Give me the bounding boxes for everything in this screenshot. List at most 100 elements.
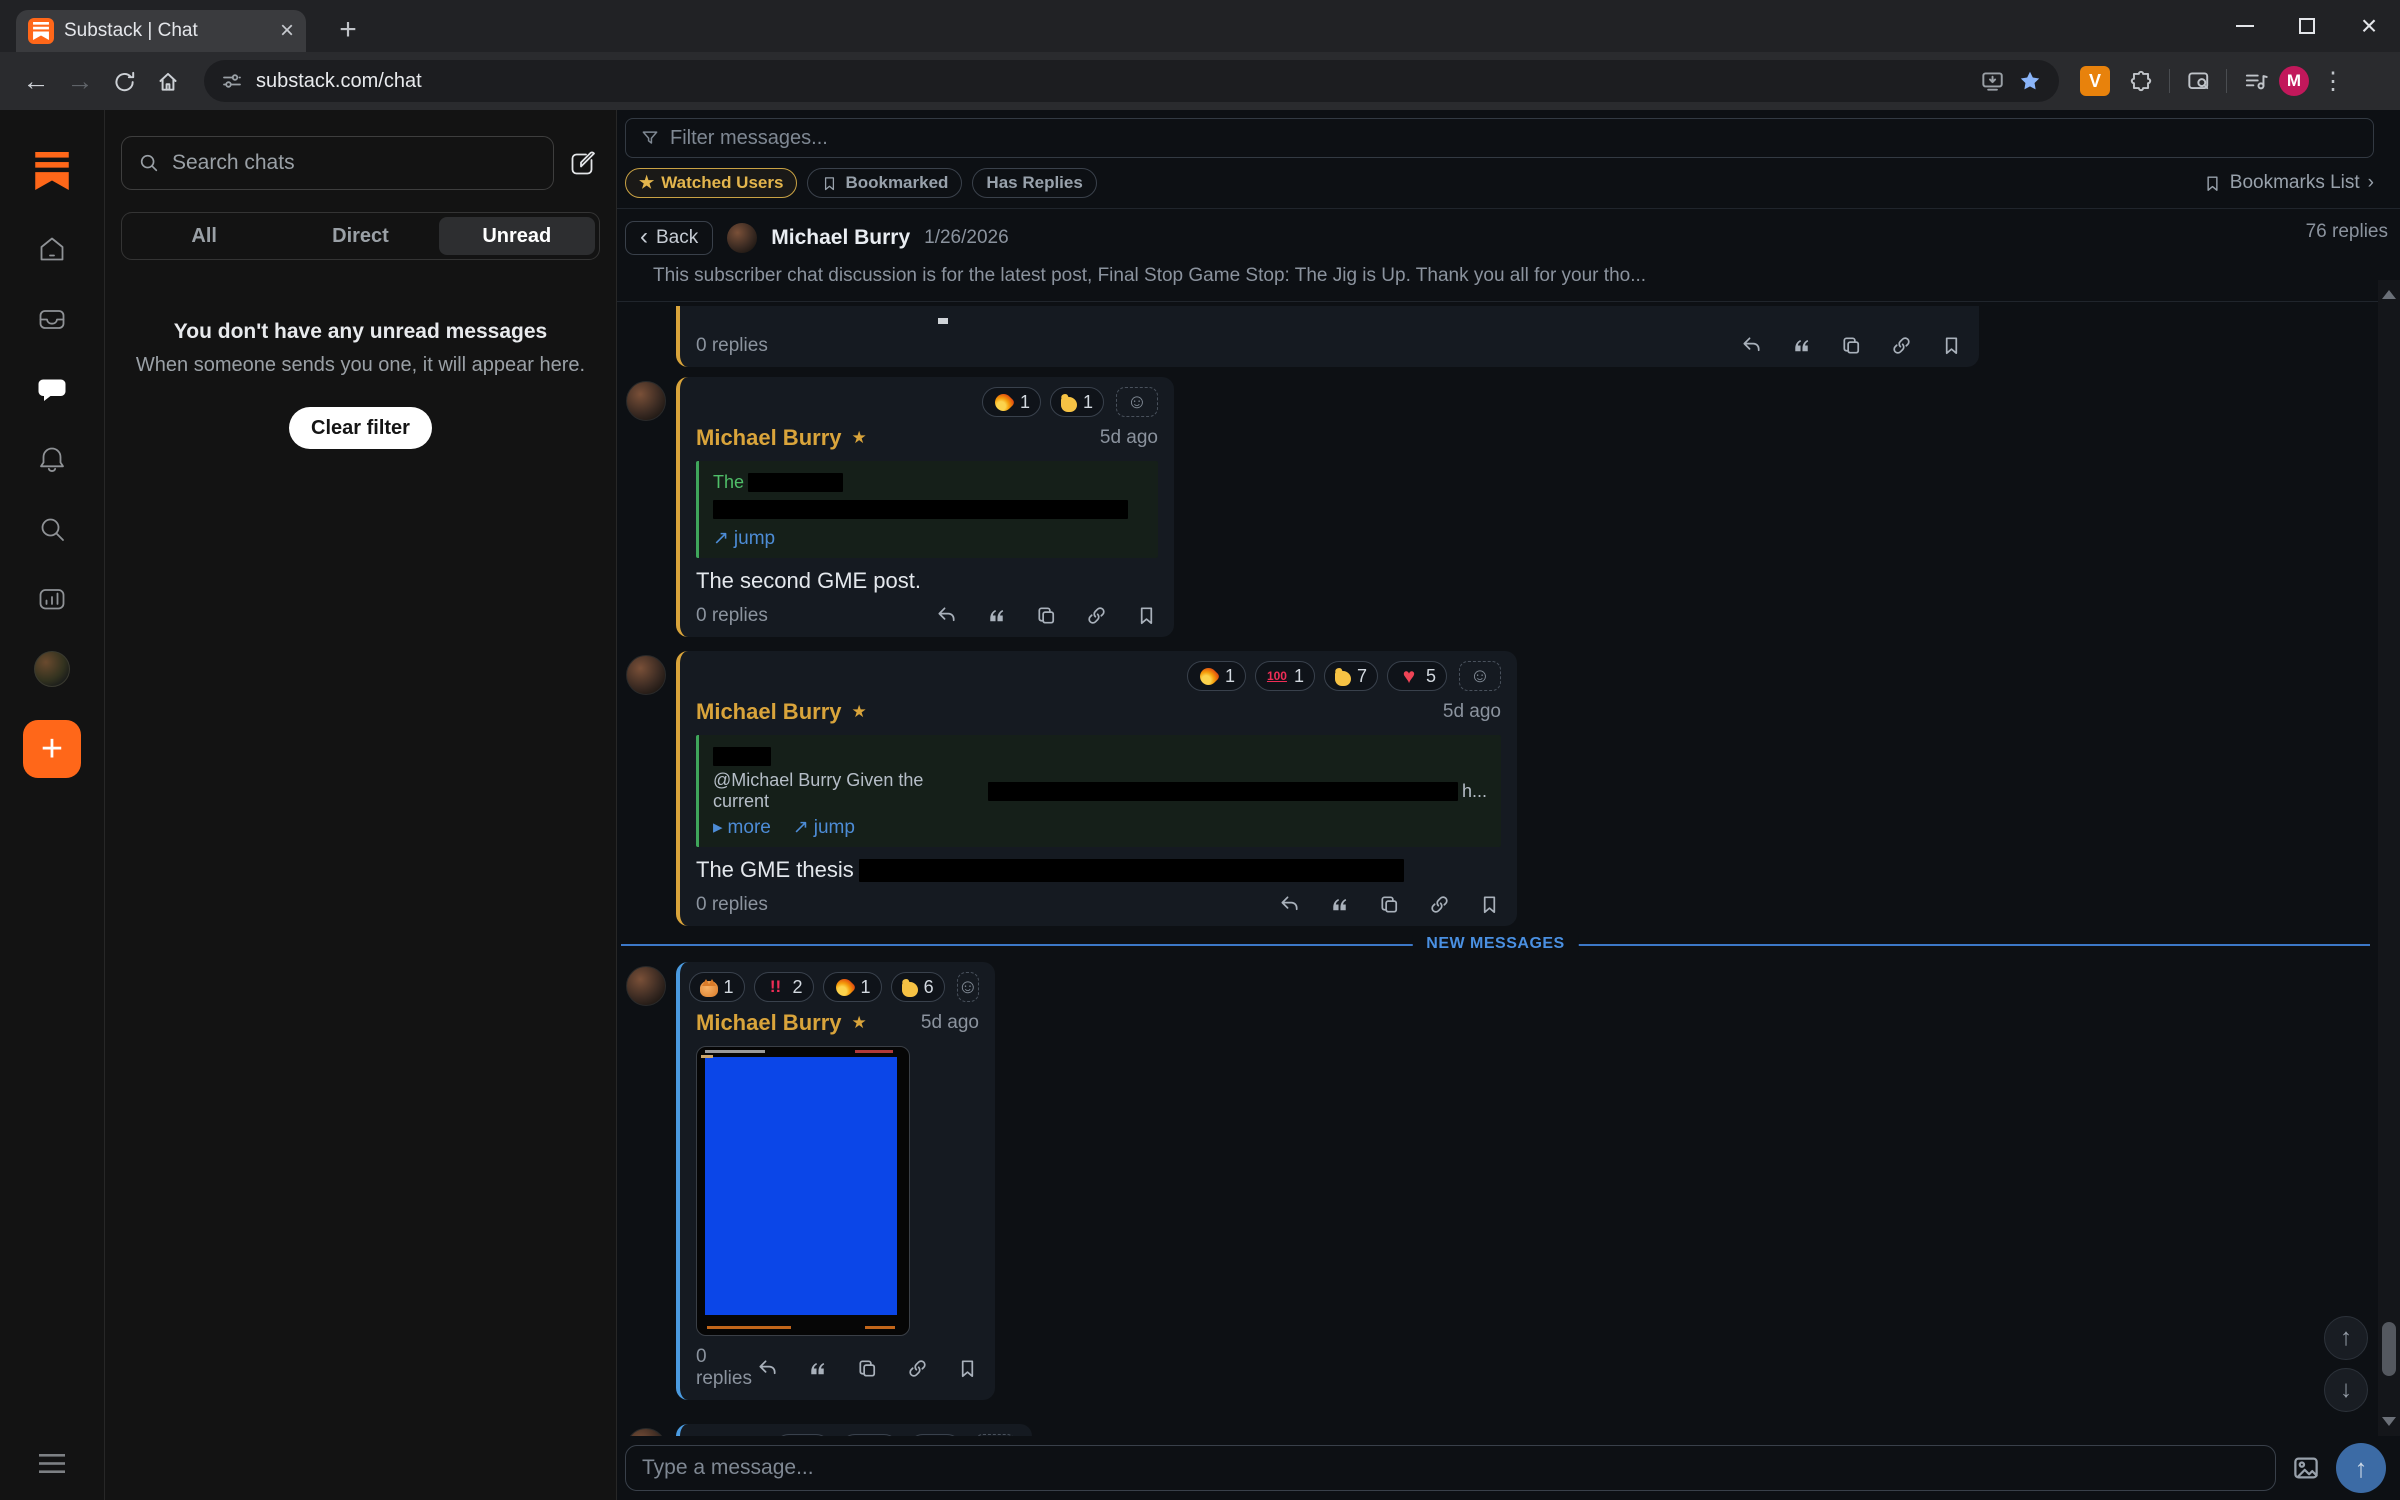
reaction-pill[interactable]: 1	[982, 387, 1041, 417]
jump-link[interactable]: ↗jump	[713, 527, 775, 550]
new-post-button[interactable]: +	[23, 720, 81, 778]
reaction-pill[interactable]: 1	[823, 972, 882, 1002]
window-minimize-button[interactable]	[2214, 0, 2276, 52]
profile-avatar[interactable]	[0, 634, 104, 704]
copy-link-icon[interactable]	[1890, 334, 1913, 357]
search-chats-input[interactable]	[172, 151, 537, 175]
clear-filter-button[interactable]: Clear filter	[289, 407, 432, 449]
reaction-pill[interactable]: 1001	[1255, 661, 1315, 691]
replies-count[interactable]: 0 replies	[696, 605, 768, 627]
reply-icon[interactable]	[1278, 893, 1301, 916]
filter-messages-input[interactable]	[670, 127, 2359, 150]
copy-link-icon[interactable]	[906, 1357, 929, 1380]
reaction-pill[interactable]: 1	[689, 972, 745, 1002]
stats-nav-icon[interactable]	[0, 564, 104, 634]
browser-tab[interactable]: Substack | Chat ×	[16, 10, 306, 52]
bookmarks-list-link[interactable]: Bookmarks List ›	[2203, 172, 2374, 194]
quoted-message[interactable]: The ↗jump	[696, 461, 1158, 558]
chip-watched-users[interactable]: ★ Watched Users	[625, 168, 797, 198]
reaction-pill[interactable]: ♥5	[1387, 661, 1447, 691]
scroll-to-bottom-button[interactable]: ↓	[2324, 1368, 2368, 1412]
thread-author-avatar[interactable]	[727, 223, 757, 253]
message-author-avatar[interactable]	[626, 966, 666, 1006]
copy-icon[interactable]	[1840, 334, 1863, 357]
window-close-button[interactable]: ×	[2338, 0, 2400, 52]
scrollbar-thumb[interactable]	[2382, 1322, 2396, 1376]
search-tabs-icon[interactable]	[2180, 63, 2216, 99]
copy-link-icon[interactable]	[1085, 604, 1108, 627]
compose-icon[interactable]	[568, 147, 600, 179]
copy-icon[interactable]	[1035, 604, 1058, 627]
reaction-pill[interactable]: 7	[1324, 661, 1378, 691]
reaction-pill[interactable]: 1	[1187, 661, 1246, 691]
messages-scroll-area[interactable]: 0 replies11☺Michael Burry★5d agoThe ↗jum…	[617, 302, 2400, 1436]
scrollbar-down-arrow-icon[interactable]	[2382, 1417, 2396, 1426]
scrollbar-up-arrow-icon[interactable]	[2382, 290, 2396, 299]
reaction-pill[interactable]: 1	[1050, 387, 1104, 417]
reaction-pill[interactable]: 1	[840, 1434, 899, 1436]
bookmark-icon[interactable]	[1478, 893, 1501, 916]
image-attachment[interactable]	[696, 1046, 910, 1336]
address-bar[interactable]: substack.com/chat	[204, 60, 2059, 102]
inbox-nav-icon[interactable]	[0, 284, 104, 354]
message-author-name[interactable]: Michael Burry	[696, 425, 842, 451]
chip-has-replies[interactable]: Has Replies	[972, 168, 1096, 198]
copy-link-icon[interactable]	[1428, 893, 1451, 916]
install-app-icon[interactable]	[1979, 68, 2005, 94]
chip-bookmarked[interactable]: Bookmarked	[807, 168, 962, 198]
bookmark-icon[interactable]	[1940, 334, 1963, 357]
window-maximize-button[interactable]	[2276, 0, 2338, 52]
quote-icon[interactable]	[1790, 334, 1813, 357]
quote-icon[interactable]	[1328, 893, 1351, 916]
reaction-pill[interactable]: !!2	[754, 972, 814, 1002]
reply-icon[interactable]	[935, 604, 958, 627]
bookmark-star-icon[interactable]	[2017, 68, 2043, 94]
new-tab-button[interactable]: +	[330, 12, 366, 48]
menu-hamburger-icon[interactable]	[0, 1454, 104, 1474]
attach-image-icon[interactable]	[2291, 1453, 2321, 1483]
replies-count[interactable]: 0 replies	[696, 1346, 756, 1390]
add-reaction-button[interactable]: ☺	[1459, 661, 1501, 691]
tab-close-icon[interactable]: ×	[280, 19, 294, 43]
message-input-box[interactable]	[625, 1445, 2276, 1491]
add-reaction-button[interactable]: ☺	[974, 1434, 1016, 1436]
quoted-message[interactable]: @Michael Burry Given the current h...▸mo…	[696, 735, 1501, 847]
copy-icon[interactable]	[856, 1357, 879, 1380]
chat-nav-icon[interactable]	[0, 354, 104, 424]
filter-messages-box[interactable]	[625, 118, 2374, 158]
bookmark-icon[interactable]	[1135, 604, 1158, 627]
reaction-pill[interactable]: 2	[908, 1434, 962, 1436]
chat-scrollbar[interactable]	[2378, 280, 2400, 1436]
notifications-bell-icon[interactable]	[0, 424, 104, 494]
browser-menu-icon[interactable]: ⋮	[2315, 63, 2351, 99]
reaction-pill[interactable]: 6	[891, 972, 945, 1002]
jump-link[interactable]: ↗jump	[793, 816, 855, 839]
extension-v-icon[interactable]: V	[2080, 66, 2110, 96]
reply-icon[interactable]	[756, 1357, 779, 1380]
message-input[interactable]	[642, 1456, 2259, 1480]
tab-all[interactable]: All	[126, 217, 282, 255]
message-author-name[interactable]: Michael Burry	[696, 699, 842, 725]
substack-logo-icon[interactable]	[35, 128, 69, 214]
back-icon[interactable]: ←	[14, 59, 58, 103]
forward-icon[interactable]: →	[58, 59, 102, 103]
reload-icon[interactable]	[102, 59, 146, 103]
add-reaction-button[interactable]: ☺	[957, 972, 979, 1002]
replies-count[interactable]: 0 replies	[696, 335, 768, 357]
extensions-puzzle-icon[interactable]	[2123, 63, 2159, 99]
search-nav-icon[interactable]	[0, 494, 104, 564]
scroll-to-top-button[interactable]: ↑	[2324, 1316, 2368, 1360]
tab-unread[interactable]: Unread	[439, 217, 595, 255]
reaction-pill[interactable]: 1	[774, 1434, 831, 1436]
bookmark-icon[interactable]	[956, 1357, 979, 1380]
reading-list-icon[interactable]	[2237, 63, 2273, 99]
copy-icon[interactable]	[1378, 893, 1401, 916]
more-link[interactable]: ▸more	[713, 816, 771, 839]
site-settings-icon[interactable]	[220, 69, 244, 93]
add-reaction-button[interactable]: ☺	[1116, 387, 1158, 417]
message-author-avatar[interactable]	[626, 381, 666, 421]
home-nav-icon[interactable]	[0, 214, 104, 284]
reply-icon[interactable]	[1740, 334, 1763, 357]
home-icon[interactable]	[146, 59, 190, 103]
back-button[interactable]: ‹ Back	[625, 221, 713, 255]
